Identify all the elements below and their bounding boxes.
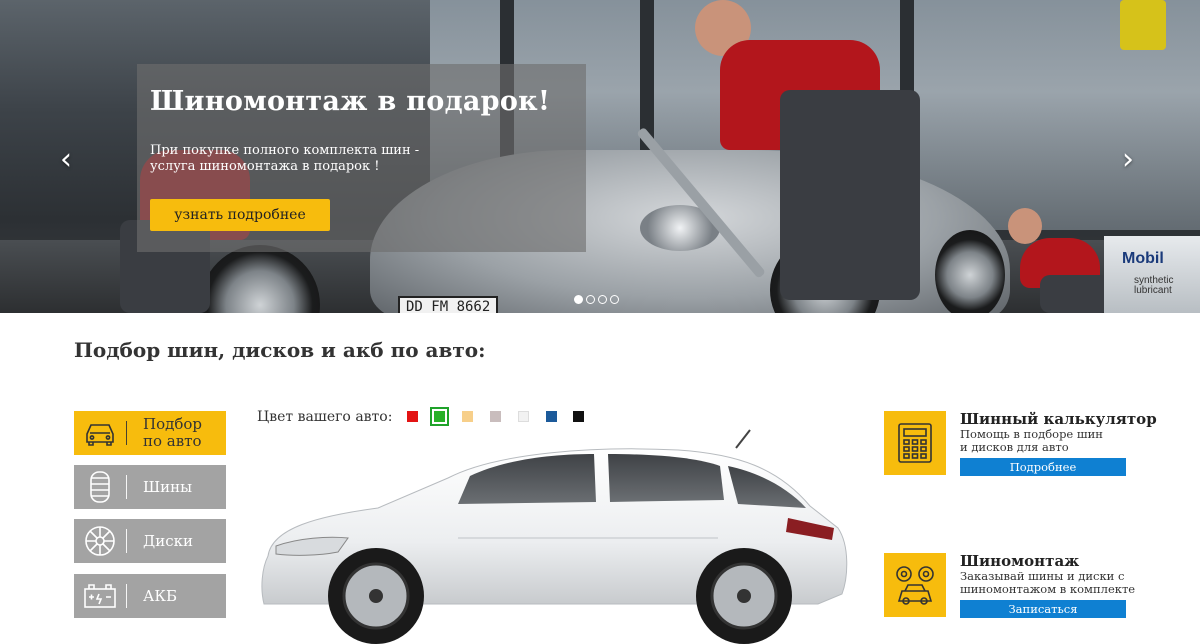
car-color-label: Цвет вашего авто: xyxy=(257,409,393,425)
battery-icon xyxy=(74,574,126,618)
car-wheel xyxy=(935,230,1005,313)
color-swatch[interactable] xyxy=(573,411,584,422)
service-signup-button[interactable]: Записаться xyxy=(960,600,1126,618)
color-swatch[interactable] xyxy=(518,411,529,422)
learn-more-button[interactable]: узнать подробнее xyxy=(150,199,330,231)
mobil-sign: Mobil synthetic lubricant xyxy=(1104,236,1200,313)
color-swatch[interactable] xyxy=(407,411,418,422)
car-window-front xyxy=(458,454,596,504)
license-plate: DD FM 8662 xyxy=(398,296,498,313)
slider-dot[interactable] xyxy=(586,295,595,304)
service-text: Заказывай шины и диски с шиномонтажом в … xyxy=(960,569,1136,596)
calculator-title: Шинный калькулятор xyxy=(960,410,1157,428)
mechanic-right-pants xyxy=(1040,275,1110,313)
calculator-icon xyxy=(884,411,946,475)
car-service-icon xyxy=(884,553,946,617)
mobil-logo: Mobil xyxy=(1122,250,1164,267)
nav-divider xyxy=(126,475,127,499)
color-swatch[interactable] xyxy=(490,411,501,422)
car-image xyxy=(261,429,848,644)
nav-item-rims[interactable]: Диски xyxy=(74,519,226,563)
slider-dot[interactable] xyxy=(610,295,619,304)
tire-icon xyxy=(74,465,126,509)
color-swatch[interactable] xyxy=(462,411,473,422)
slide-title: Шиномонтаж в подарок! xyxy=(150,86,551,117)
color-swatch[interactable] xyxy=(430,407,449,426)
nav-label: АКБ xyxy=(143,586,177,605)
slider-pagination xyxy=(574,295,619,304)
nav-item-battery[interactable]: АКБ xyxy=(74,574,226,618)
nav-item-tires[interactable]: Шины xyxy=(74,465,226,509)
next-slide-arrow-icon[interactable]: › xyxy=(1122,145,1144,175)
car-icon xyxy=(74,411,126,455)
nav-divider xyxy=(126,421,127,445)
slider-dot[interactable] xyxy=(574,295,583,304)
slider-dot[interactable] xyxy=(598,295,607,304)
rim-icon xyxy=(74,519,126,563)
color-swatch[interactable] xyxy=(546,411,557,422)
mobil-sub-line1: synthetic xyxy=(1134,275,1174,286)
nav-label: Подбор по авто xyxy=(143,415,203,450)
car-antenna xyxy=(735,429,751,449)
yellow-lamp xyxy=(1120,0,1166,50)
calculator-text: Помощь в подборе шин и дисков для авто xyxy=(960,427,1103,454)
calculator-more-button[interactable]: Подробнее xyxy=(960,458,1126,476)
nav-label: Шины xyxy=(143,477,193,496)
slide-description: При покупке полного комплекта шин - услу… xyxy=(150,143,420,174)
nav-divider xyxy=(126,529,127,553)
prev-slide-arrow-icon[interactable]: ‹ xyxy=(60,145,82,175)
mobil-sub-line2: lubricant xyxy=(1134,285,1172,296)
mechanic-right-head xyxy=(1008,208,1042,244)
section-title: Подбор шин, дисков и акб по авто: xyxy=(74,338,486,362)
nav-divider xyxy=(126,584,127,608)
nav-item-by-car[interactable]: Подбор по авто xyxy=(74,411,226,455)
service-title: Шиномонтаж xyxy=(960,552,1080,570)
mechanic-overalls xyxy=(780,90,920,300)
nav-label: Диски xyxy=(143,531,193,550)
hero-slider: DD FM 8662 Mobil synthetic lubricant Шин… xyxy=(0,0,1200,313)
